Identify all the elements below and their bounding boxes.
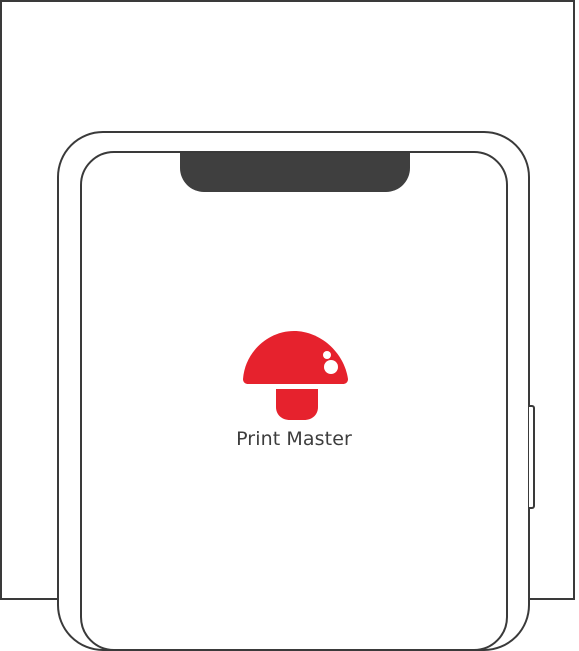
mushroom-spot-large — [324, 360, 338, 374]
mushroom-stem — [276, 389, 318, 420]
phone-side-button — [529, 405, 535, 509]
phone-notch — [180, 153, 410, 192]
phone-screen: Print Master — [80, 151, 508, 651]
mushroom-logo — [243, 331, 348, 420]
mushroom-spot-small — [323, 351, 331, 359]
app-name: Print Master — [236, 428, 352, 450]
mushroom-cap — [243, 331, 348, 384]
mushroom-icon — [243, 331, 348, 420]
